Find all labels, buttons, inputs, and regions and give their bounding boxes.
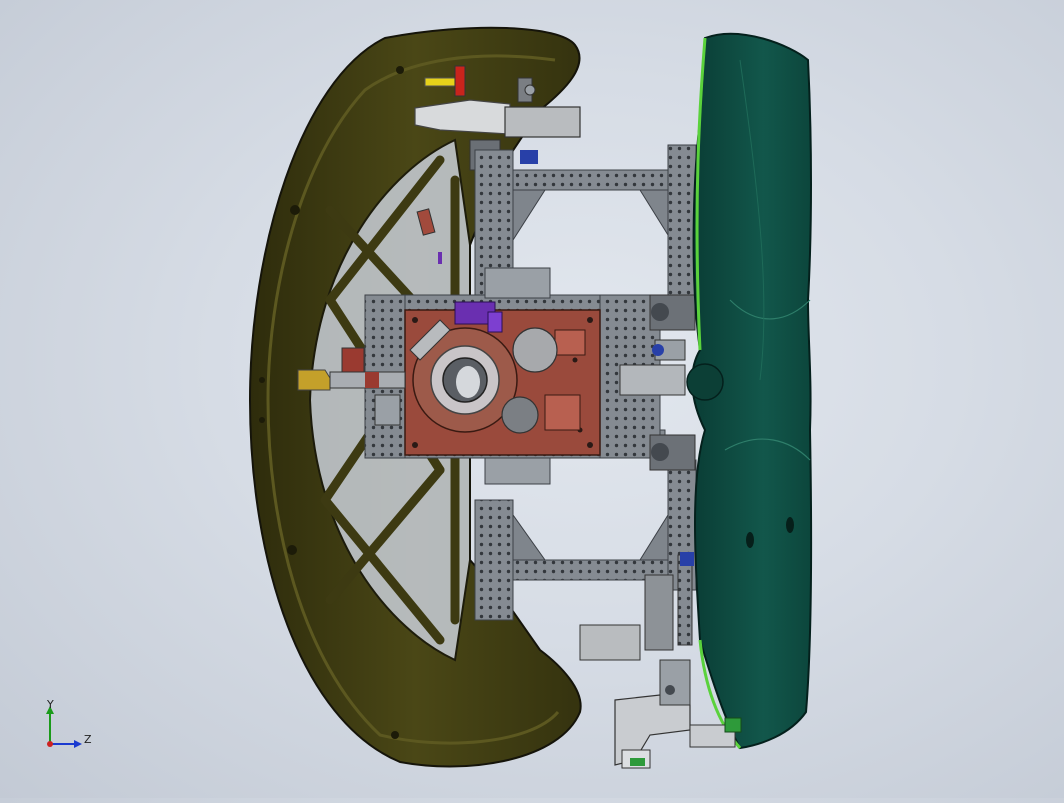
frame-right-upper-post[interactable] (667, 144, 697, 311)
center-mount-plate[interactable] (404, 301, 601, 456)
frame-left-lower-post[interactable] (474, 499, 514, 621)
yellow-clamp-tab[interactable] (424, 77, 456, 87)
top-clamp-cylinder[interactable] (504, 106, 581, 138)
horn-center-emblem[interactable] (686, 363, 724, 401)
orientation-triad: Y Z (40, 698, 100, 758)
airbag-cover[interactable] (686, 32, 813, 750)
cad-model-viewport[interactable] (0, 0, 1064, 798)
y-axis-label: Y (47, 698, 54, 711)
steering-fixture-assembly-drawing[interactable] (0, 0, 1064, 798)
z-axis-label: Z (84, 733, 92, 746)
